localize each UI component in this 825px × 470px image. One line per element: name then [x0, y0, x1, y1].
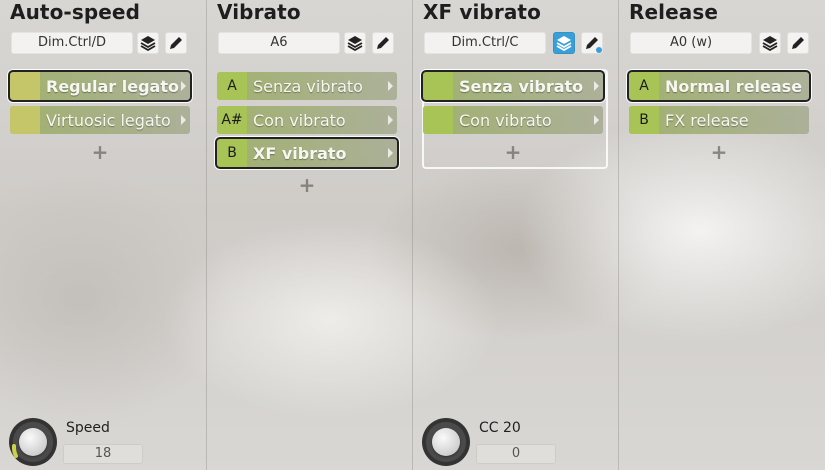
chevron-right-icon[interactable]: [388, 81, 393, 91]
articulation-label: Virtuosic legato: [46, 110, 171, 130]
column-title: Vibrato: [217, 0, 301, 24]
articulation-label: Normal release: [665, 76, 803, 96]
column-auto-speed: Auto-speed Dim.Ctrl/D Regular legato Vir…: [0, 0, 206, 470]
column-title: Auto-speed: [10, 0, 140, 24]
controller-field[interactable]: Dim.Ctrl/D: [11, 32, 133, 54]
column-release: Release A0 (w) A Normal release B FX rel…: [618, 0, 825, 470]
cc20-knob[interactable]: [422, 418, 470, 466]
active-indicator-dot: [596, 47, 602, 53]
knob-cap: [432, 428, 460, 456]
chevron-right-icon[interactable]: [594, 81, 599, 91]
chevron-right-icon[interactable]: [181, 81, 186, 91]
speed-knob[interactable]: [9, 418, 57, 466]
layers-icon: [762, 36, 778, 51]
articulation-label: Con vibrato: [459, 110, 552, 130]
articulation-xf-vibrato[interactable]: B XF vibrato: [215, 137, 399, 169]
add-articulation-button[interactable]: +: [423, 140, 603, 164]
knob-label: CC 20: [479, 420, 521, 436]
column-title: Release: [629, 0, 719, 24]
articulation-fx-release[interactable]: B FX release: [629, 106, 809, 134]
articulation-label: Senza vibrato: [253, 76, 363, 96]
layers-icon: [556, 36, 572, 51]
articulation-key: B: [217, 139, 247, 167]
articulation-con-vibrato[interactable]: A# Con vibrato: [217, 106, 397, 134]
controller-field[interactable]: Dim.Ctrl/C: [424, 32, 546, 54]
column-vibrato: Vibrato A6 A Senza vibrato A# Con vibrat…: [206, 0, 412, 470]
add-articulation-button[interactable]: +: [629, 140, 809, 164]
add-articulation-button[interactable]: +: [10, 140, 190, 164]
add-articulation-button[interactable]: +: [217, 173, 397, 197]
articulation-label: Regular legato: [46, 76, 179, 96]
layers-icon: [347, 36, 363, 51]
articulation-label: Con vibrato: [253, 110, 346, 130]
knob-value-field[interactable]: 18: [63, 444, 143, 464]
pencil-icon: [170, 37, 182, 49]
chevron-right-icon[interactable]: [181, 115, 186, 125]
articulation-senza-vibrato[interactable]: Senza vibrato: [421, 70, 605, 102]
articulation-label: FX release: [665, 110, 749, 130]
edit-button[interactable]: [787, 32, 809, 54]
articulation-label: Senza vibrato: [459, 76, 584, 96]
articulation-senza-vibrato[interactable]: A Senza vibrato: [217, 72, 397, 100]
articulation-key: [423, 72, 453, 100]
pencil-icon: [792, 37, 804, 49]
knob-cap: [19, 428, 47, 456]
articulation-key: A: [629, 72, 659, 100]
articulation-regular-legato[interactable]: Regular legato: [8, 70, 192, 102]
layers-button[interactable]: [344, 32, 366, 54]
knob-value-field[interactable]: 0: [476, 444, 556, 464]
layers-button[interactable]: [137, 32, 159, 54]
edit-button[interactable]: [372, 32, 394, 54]
pencil-icon: [377, 37, 389, 49]
column-title: XF vibrato: [423, 0, 541, 24]
articulation-con-vibrato[interactable]: Con vibrato: [423, 106, 603, 134]
articulation-label: XF vibrato: [253, 143, 347, 163]
chevron-right-icon[interactable]: [388, 115, 393, 125]
articulation-key: [10, 72, 40, 100]
controller-field[interactable]: A0 (w): [630, 32, 752, 54]
articulation-key: [10, 106, 40, 134]
chevron-right-icon[interactable]: [388, 148, 393, 158]
chevron-right-icon[interactable]: [594, 115, 599, 125]
layers-button[interactable]: [759, 32, 781, 54]
layers-button[interactable]: [553, 32, 575, 54]
articulation-key: [423, 106, 453, 134]
edit-button[interactable]: [581, 32, 603, 54]
column-xf-vibrato: XF vibrato Dim.Ctrl/C Senza vibrato Con …: [412, 0, 618, 470]
articulation-normal-release[interactable]: A Normal release: [627, 70, 811, 102]
articulation-virtuosic-legato[interactable]: Virtuosic legato: [10, 106, 190, 134]
knob-label: Speed: [66, 420, 110, 436]
layers-icon: [140, 36, 156, 51]
articulation-key: B: [629, 106, 659, 134]
controller-field[interactable]: A6: [218, 32, 340, 54]
articulation-key: A#: [217, 106, 247, 134]
edit-button[interactable]: [165, 32, 187, 54]
articulation-key: A: [217, 72, 247, 100]
